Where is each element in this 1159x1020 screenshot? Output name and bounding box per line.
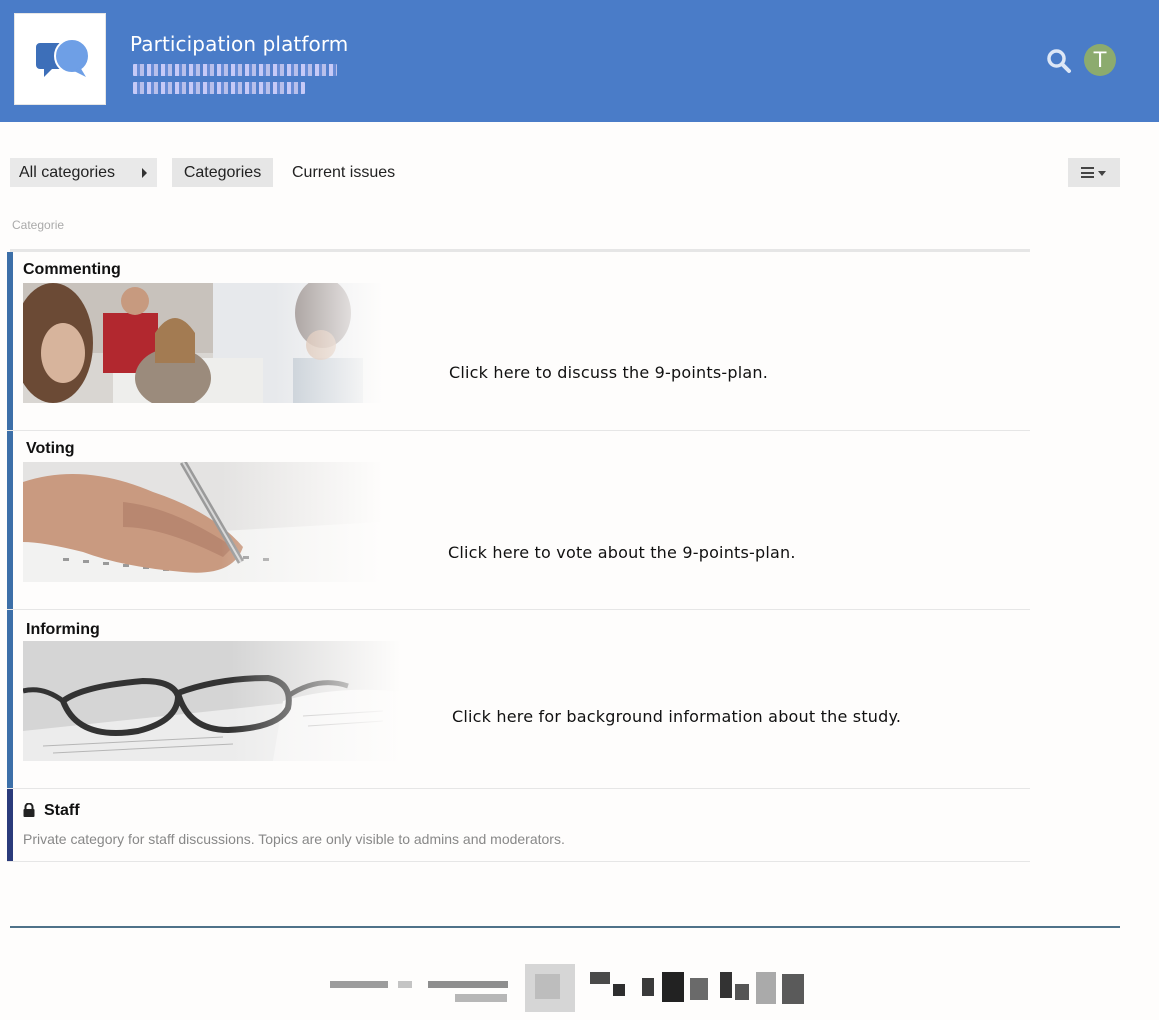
category-description: Private category for staff discussions. … xyxy=(23,831,565,847)
all-categories-dropdown[interactable]: All categories xyxy=(10,158,157,187)
category-description[interactable]: Click here for background information ab… xyxy=(452,707,901,726)
category-color-stripe xyxy=(7,789,13,861)
category-name[interactable]: Informing xyxy=(26,621,100,639)
lock-icon xyxy=(23,802,35,817)
user-avatar[interactable]: T xyxy=(1084,44,1116,76)
category-name[interactable]: Commenting xyxy=(23,261,121,279)
caret-right-icon xyxy=(142,168,147,178)
category-description[interactable]: Click here to vote about the 9-points-pl… xyxy=(448,543,796,562)
people-meeting-photo[interactable] xyxy=(23,283,383,403)
speech-bubbles-logo-icon xyxy=(36,39,90,77)
category-row-voting[interactable]: Voting Click here to vote about the 9-po… xyxy=(7,431,1030,610)
site-header: Participation platform T xyxy=(0,0,1159,122)
tab-categories[interactable]: Categories xyxy=(172,158,273,187)
view-menu-button[interactable] xyxy=(1068,158,1120,187)
caret-down-icon xyxy=(1098,171,1106,176)
site-logo[interactable] xyxy=(14,13,106,105)
category-color-stripe xyxy=(7,431,13,609)
redacted-subtitle-line xyxy=(133,82,305,94)
category-name[interactable]: Voting xyxy=(26,440,75,458)
all-categories-label: All categories xyxy=(19,164,116,181)
search-icon[interactable] xyxy=(1046,48,1072,74)
category-color-stripe xyxy=(7,610,13,788)
hand-writing-ballot-photo[interactable] xyxy=(23,462,383,582)
category-row-commenting[interactable]: Commenting Click here to discuss the 9-p… xyxy=(7,252,1030,431)
redacted-subtitle-line xyxy=(133,64,337,76)
category-color-stripe xyxy=(7,252,13,430)
column-header-category: Categorie xyxy=(12,218,65,232)
category-row-informing[interactable]: Informing Click here for background info xyxy=(7,610,1030,789)
category-row-staff[interactable]: Staff Private category for staff discuss… xyxy=(7,789,1030,862)
tab-current-issues[interactable]: Current issues xyxy=(292,158,395,187)
site-title[interactable]: Participation platform xyxy=(130,32,348,56)
category-description[interactable]: Click here to discuss the 9-points-plan. xyxy=(449,363,768,382)
redacted-footer-text xyxy=(330,964,810,1014)
hamburger-icon xyxy=(1081,167,1094,178)
glasses-on-book-photo[interactable] xyxy=(23,641,401,761)
category-name[interactable]: Staff xyxy=(44,802,80,820)
footer-divider xyxy=(10,926,1120,928)
